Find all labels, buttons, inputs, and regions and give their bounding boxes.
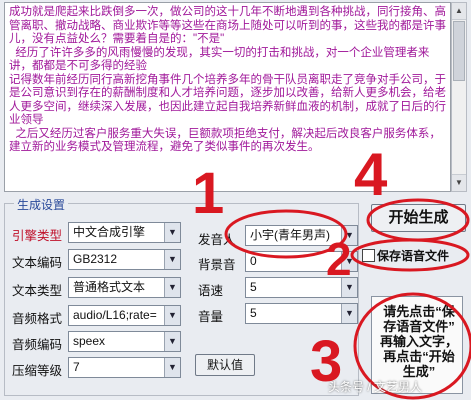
engine-type-value: 中文合成引擎 [73, 225, 146, 239]
vertical-scrollbar[interactable]: ▲ ▼ [451, 2, 467, 192]
chevron-down-icon[interactable]: ▼ [341, 304, 357, 323]
text-type-value: 普通格式文本 [73, 280, 146, 294]
instruction-line: 再点击“开始 [383, 349, 455, 364]
engine-type-label: 引擎类型 [12, 229, 63, 243]
compression-select[interactable]: 7 ▼ [68, 357, 181, 378]
checkbox-icon[interactable] [362, 249, 375, 262]
bg-sound-label: 背景音 [198, 258, 236, 272]
engine-type-select[interactable]: 中文合成引擎 ▼ [68, 222, 181, 243]
instruction-line: 请先点击“保 [383, 304, 455, 319]
volume-select[interactable]: 5 ▼ [245, 303, 358, 324]
text-encoding-select[interactable]: GB2312 ▼ [68, 249, 181, 270]
scroll-up-icon[interactable]: ▲ [452, 3, 466, 20]
speed-value: 5 [250, 280, 257, 294]
chevron-down-icon[interactable]: ▼ [164, 358, 180, 377]
instruction-line: 生成” [402, 364, 436, 379]
audio-format-select[interactable]: audio/L16;rate= ▼ [68, 305, 181, 326]
text-type-select[interactable]: 普通格式文本 ▼ [68, 277, 181, 298]
save-audio-checkbox[interactable]: 保存语音文件 [362, 247, 449, 263]
annotation-number-1: 1 [192, 161, 225, 226]
chevron-down-icon[interactable]: ▼ [164, 332, 180, 351]
audio-format-value: audio/L16;rate= [73, 308, 157, 322]
text-encoding-label: 文本编码 [12, 256, 63, 270]
compression-label: 压缩等级 [12, 364, 63, 378]
compression-value: 7 [73, 360, 80, 374]
scroll-thumb[interactable] [453, 21, 465, 81]
settings-group-title: 生成设置 [14, 196, 69, 213]
volume-label: 音量 [198, 310, 224, 324]
audio-encoding-select[interactable]: speex ▼ [68, 331, 181, 352]
instruction-line: 再输入文字， [379, 334, 458, 349]
audio-encoding-label: 音频编码 [12, 338, 63, 352]
audio-encoding-value: speex [73, 334, 106, 348]
instruction-line: 存语音文件” [383, 319, 455, 334]
voice-value: 小宇(青年男声) [250, 228, 330, 242]
chevron-down-icon[interactable]: ▼ [164, 250, 180, 269]
instruction-text: 请先点击“保 存语音文件” 再输入文字， 再点击“开始 生成” [373, 304, 465, 379]
annotation-number-4: 4 [354, 141, 388, 208]
audio-format-label: 音频格式 [12, 312, 63, 326]
bg-sound-value: 0 [250, 254, 257, 268]
chevron-down-icon[interactable]: ▼ [164, 223, 180, 242]
speed-label: 语速 [198, 284, 224, 298]
volume-value: 5 [250, 306, 257, 320]
text-encoding-value: GB2312 [73, 252, 118, 266]
chevron-down-icon[interactable]: ▼ [164, 306, 180, 325]
watermark: 头条号 / 文艺男人 [328, 380, 423, 394]
chevron-down-icon[interactable]: ▼ [164, 278, 180, 297]
default-values-button[interactable]: 默认值 [195, 354, 255, 376]
save-audio-label: 保存语音文件 [377, 249, 450, 263]
annotation-number-2: 2 [326, 233, 352, 285]
text-type-label: 文本类型 [12, 284, 63, 298]
scroll-down-icon[interactable]: ▼ [452, 174, 466, 191]
voice-label: 发音人 [198, 233, 236, 247]
